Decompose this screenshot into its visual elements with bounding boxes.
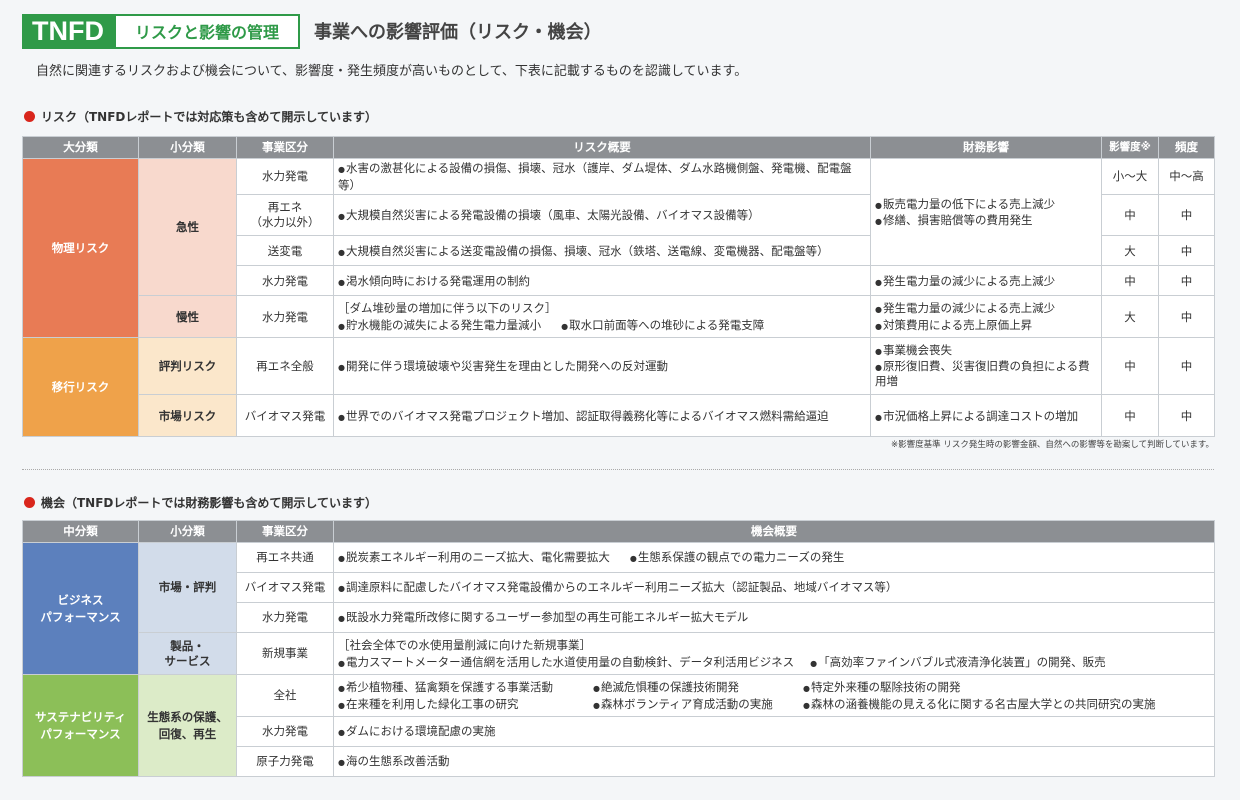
impact-cell: 中 bbox=[1101, 337, 1159, 396]
segment-cell: 水力発電 bbox=[236, 295, 334, 339]
bullet-dot-icon bbox=[24, 497, 35, 508]
impact-cell: 小〜大 bbox=[1101, 157, 1159, 196]
business-perf-cell: ビジネス パフォーマンス bbox=[22, 542, 139, 675]
freq-cell: 中 bbox=[1158, 337, 1215, 396]
risk-heading: リスク（TNFDレポートでは対応策も含めて開示しています） bbox=[24, 108, 377, 125]
opp-summary-cell: ダムにおける環境配慮の実施 bbox=[333, 716, 1215, 747]
col-major: 大分類 bbox=[22, 136, 139, 159]
opp-summary-cell: 調達原料に配慮したバイオマス発電設備からのエネルギー利用ニーズ拡大（認証製品、地… bbox=[333, 572, 1215, 603]
finance-acute-cell: 販売電力量の低下による売上減少修繕、損害賠償等の費用発生 bbox=[870, 157, 1102, 267]
summary-cell: 渇水傾向時における発電運用の制約 bbox=[333, 265, 871, 297]
freq-cell: 中 bbox=[1158, 194, 1215, 237]
segment-cell: 水力発電 bbox=[236, 716, 334, 747]
segment-cell: 送変電 bbox=[236, 235, 334, 267]
freq-cell: 中 bbox=[1158, 394, 1215, 438]
table-row: 移行リスク 評判リスク 再エネ全般 開発に伴う環境破壊や災害発生を理由とした開発… bbox=[22, 337, 1215, 438]
ecosystem-cell: 生態系の保護、 回復、再生 bbox=[138, 674, 237, 777]
table-row: ビジネス パフォーマンス 市場・評判 再エネ共通 脱炭素エネルギー利用のニーズ拡… bbox=[22, 542, 1215, 675]
summary-cell: 大規模自然災害による発電設備の損壊（風車、太陽光設備、バイオマス設備等） bbox=[333, 194, 871, 237]
opp-header-row: 中分類 小分類 事業区分 機会概要 bbox=[22, 520, 1215, 543]
table-row: 慢性 水力発電 ［ダム堆砂量の増加に伴う以下のリスク］貯水機能の減失による発生電… bbox=[23, 295, 1215, 339]
impact-cell: 中 bbox=[1101, 194, 1159, 237]
segment-cell: 再エネ全般 bbox=[236, 337, 334, 396]
summary-cell: 開発に伴う環境破壊や災害発生を理由とした開発への反対運動 bbox=[333, 337, 871, 396]
finance-cell: 発生電力量の減少による売上減少 bbox=[870, 265, 1102, 297]
finance-cell: 市況価格上昇による調達コストの増加 bbox=[870, 394, 1102, 438]
reputation-risk-cell: 評判リスク bbox=[138, 337, 237, 396]
section-divider bbox=[22, 469, 1214, 470]
summary-cell: 水害の激甚化による設備の損傷、損壊、冠水（護岸、ダム堤体、ダム水路機側盤、発電機… bbox=[333, 157, 871, 196]
segment-cell: 原子力発電 bbox=[236, 746, 334, 777]
table-row: 製品・ サービス 新規事業 ［社会全体での水使用量削減に向けた新規事業］電力スマ… bbox=[23, 632, 1215, 675]
impact-cell: 中 bbox=[1101, 265, 1159, 297]
segment-cell: バイオマス発電 bbox=[236, 572, 334, 603]
opp-summary-cell: 希少植物種、猛禽類を保護する事業活動絶滅危惧種の保護技術開発特定外来種の駆除技術… bbox=[333, 674, 1215, 717]
col-impact: 影響度※ bbox=[1101, 136, 1159, 159]
risk-header-row: 大分類 小分類 事業区分 リスク概要 財務影響 影響度※ 頻度 bbox=[22, 136, 1215, 159]
risk-table: 大分類 小分類 事業区分 リスク概要 財務影響 影響度※ 頻度 物理リスク 急性… bbox=[22, 136, 1215, 438]
segment-cell: 全社 bbox=[236, 674, 334, 717]
col-opp-summary: 機会概要 bbox=[333, 520, 1215, 543]
segment-cell: 水力発電 bbox=[236, 265, 334, 297]
transition-risk-cell: 移行リスク bbox=[22, 337, 139, 438]
tnfd-badge: TNFD bbox=[22, 13, 114, 49]
bullet-dot-icon bbox=[24, 111, 35, 122]
col-finance: 財務影響 bbox=[870, 136, 1102, 159]
summary-cell: 大規模自然災害による送変電設備の損傷、損壊、冠水（鉄塔、送電線、変電機器、配電盤… bbox=[333, 235, 871, 267]
impact-note: ※影響度基準 リスク発生時の影響金額、自然への影響等を勘案して判断しています。 bbox=[891, 440, 1214, 450]
segment-cell: 水力発電 bbox=[236, 157, 334, 196]
table-row: 物理リスク 急性 水力発電 水害の激甚化による設備の損傷、損壊、冠水（護岸、ダム… bbox=[22, 157, 1215, 339]
col-segment: 事業区分 bbox=[236, 136, 334, 159]
opp-summary-cell: 脱炭素エネルギー利用のニーズ拡大、電化需要拡大生態系保護の観点での電力ニーズの発… bbox=[333, 542, 1215, 573]
freq-cell: 中 bbox=[1158, 265, 1215, 297]
col-freq: 頻度 bbox=[1158, 136, 1215, 159]
opportunity-heading: 機会（TNFDレポートでは財務影響も含めて開示しています） bbox=[24, 494, 377, 511]
opp-summary-cell: ［社会全体での水使用量削減に向けた新規事業］電力スマートメーター通信網を活用した… bbox=[333, 632, 1215, 675]
table-row: 市場リスク バイオマス発電 世界でのバイオマス発電プロジェクト増加、認証取得義務… bbox=[23, 394, 1215, 438]
col-mid: 中分類 bbox=[22, 520, 139, 543]
intro-text: 自然に関連するリスクおよび機会について、影響度・発生頻度が高いものとして、下表に… bbox=[36, 64, 748, 79]
impact-cell: 中 bbox=[1101, 394, 1159, 438]
col-segment: 事業区分 bbox=[236, 520, 334, 543]
segment-cell: 水力発電 bbox=[236, 602, 334, 633]
impact-cell: 大 bbox=[1101, 295, 1159, 339]
opportunity-table: 中分類 小分類 事業区分 機会概要 ビジネス パフォーマンス 市場・評判 再エネ… bbox=[22, 520, 1215, 777]
segment-cell: バイオマス発電 bbox=[236, 394, 334, 438]
finance-cell: 発生電力量の減少による売上減少対策費用による売上原価上昇 bbox=[870, 295, 1102, 339]
col-minor: 小分類 bbox=[138, 520, 237, 543]
physical-risk-cell: 物理リスク bbox=[22, 157, 139, 339]
table-row: サステナビリティ パフォーマンス 生態系の保護、 回復、再生 全社 希少植物種、… bbox=[22, 674, 1215, 777]
opp-summary-cell: 海の生態系改善活動 bbox=[333, 746, 1215, 777]
freq-cell: 中 bbox=[1158, 295, 1215, 339]
freq-cell: 中 bbox=[1158, 235, 1215, 267]
page-header: TNFD リスクと影響の管理 事業への影響評価（リスク・機会） bbox=[22, 13, 602, 49]
impact-cell: 大 bbox=[1101, 235, 1159, 267]
opp-summary-cell: 既設水力発電所改修に関するユーザー参加型の再生可能エネルギー拡大モデル bbox=[333, 602, 1215, 633]
product-service-cell: 製品・ サービス bbox=[138, 632, 237, 675]
summary-cell: ［ダム堆砂量の増加に伴う以下のリスク］貯水機能の減失による発生電力量減小取水口前… bbox=[333, 295, 871, 339]
summary-cell: 世界でのバイオマス発電プロジェクト増加、認証取得義務化等によるバイオマス燃料需給… bbox=[333, 394, 871, 438]
segment-cell: 再エネ共通 bbox=[236, 542, 334, 573]
freq-cell: 中〜高 bbox=[1158, 157, 1215, 196]
market-risk-cell: 市場リスク bbox=[138, 394, 237, 438]
page-title: 事業への影響評価（リスク・機会） bbox=[314, 22, 602, 43]
sustainability-perf-cell: サステナビリティ パフォーマンス bbox=[22, 674, 139, 777]
col-minor: 小分類 bbox=[138, 136, 237, 159]
finance-cell: 事業機会喪失原形復旧費、災害復旧費の負担による費用増 bbox=[870, 337, 1102, 396]
market-reputation-cell: 市場・評判 bbox=[138, 542, 237, 633]
col-summary: リスク概要 bbox=[333, 136, 871, 159]
acute-cell: 急性 bbox=[138, 157, 237, 297]
segment-cell: 新規事業 bbox=[236, 632, 334, 675]
category-label: リスクと影響の管理 bbox=[114, 13, 300, 49]
chronic-cell: 慢性 bbox=[138, 295, 237, 339]
segment-cell: 再エネ （水力以外） bbox=[236, 194, 334, 237]
